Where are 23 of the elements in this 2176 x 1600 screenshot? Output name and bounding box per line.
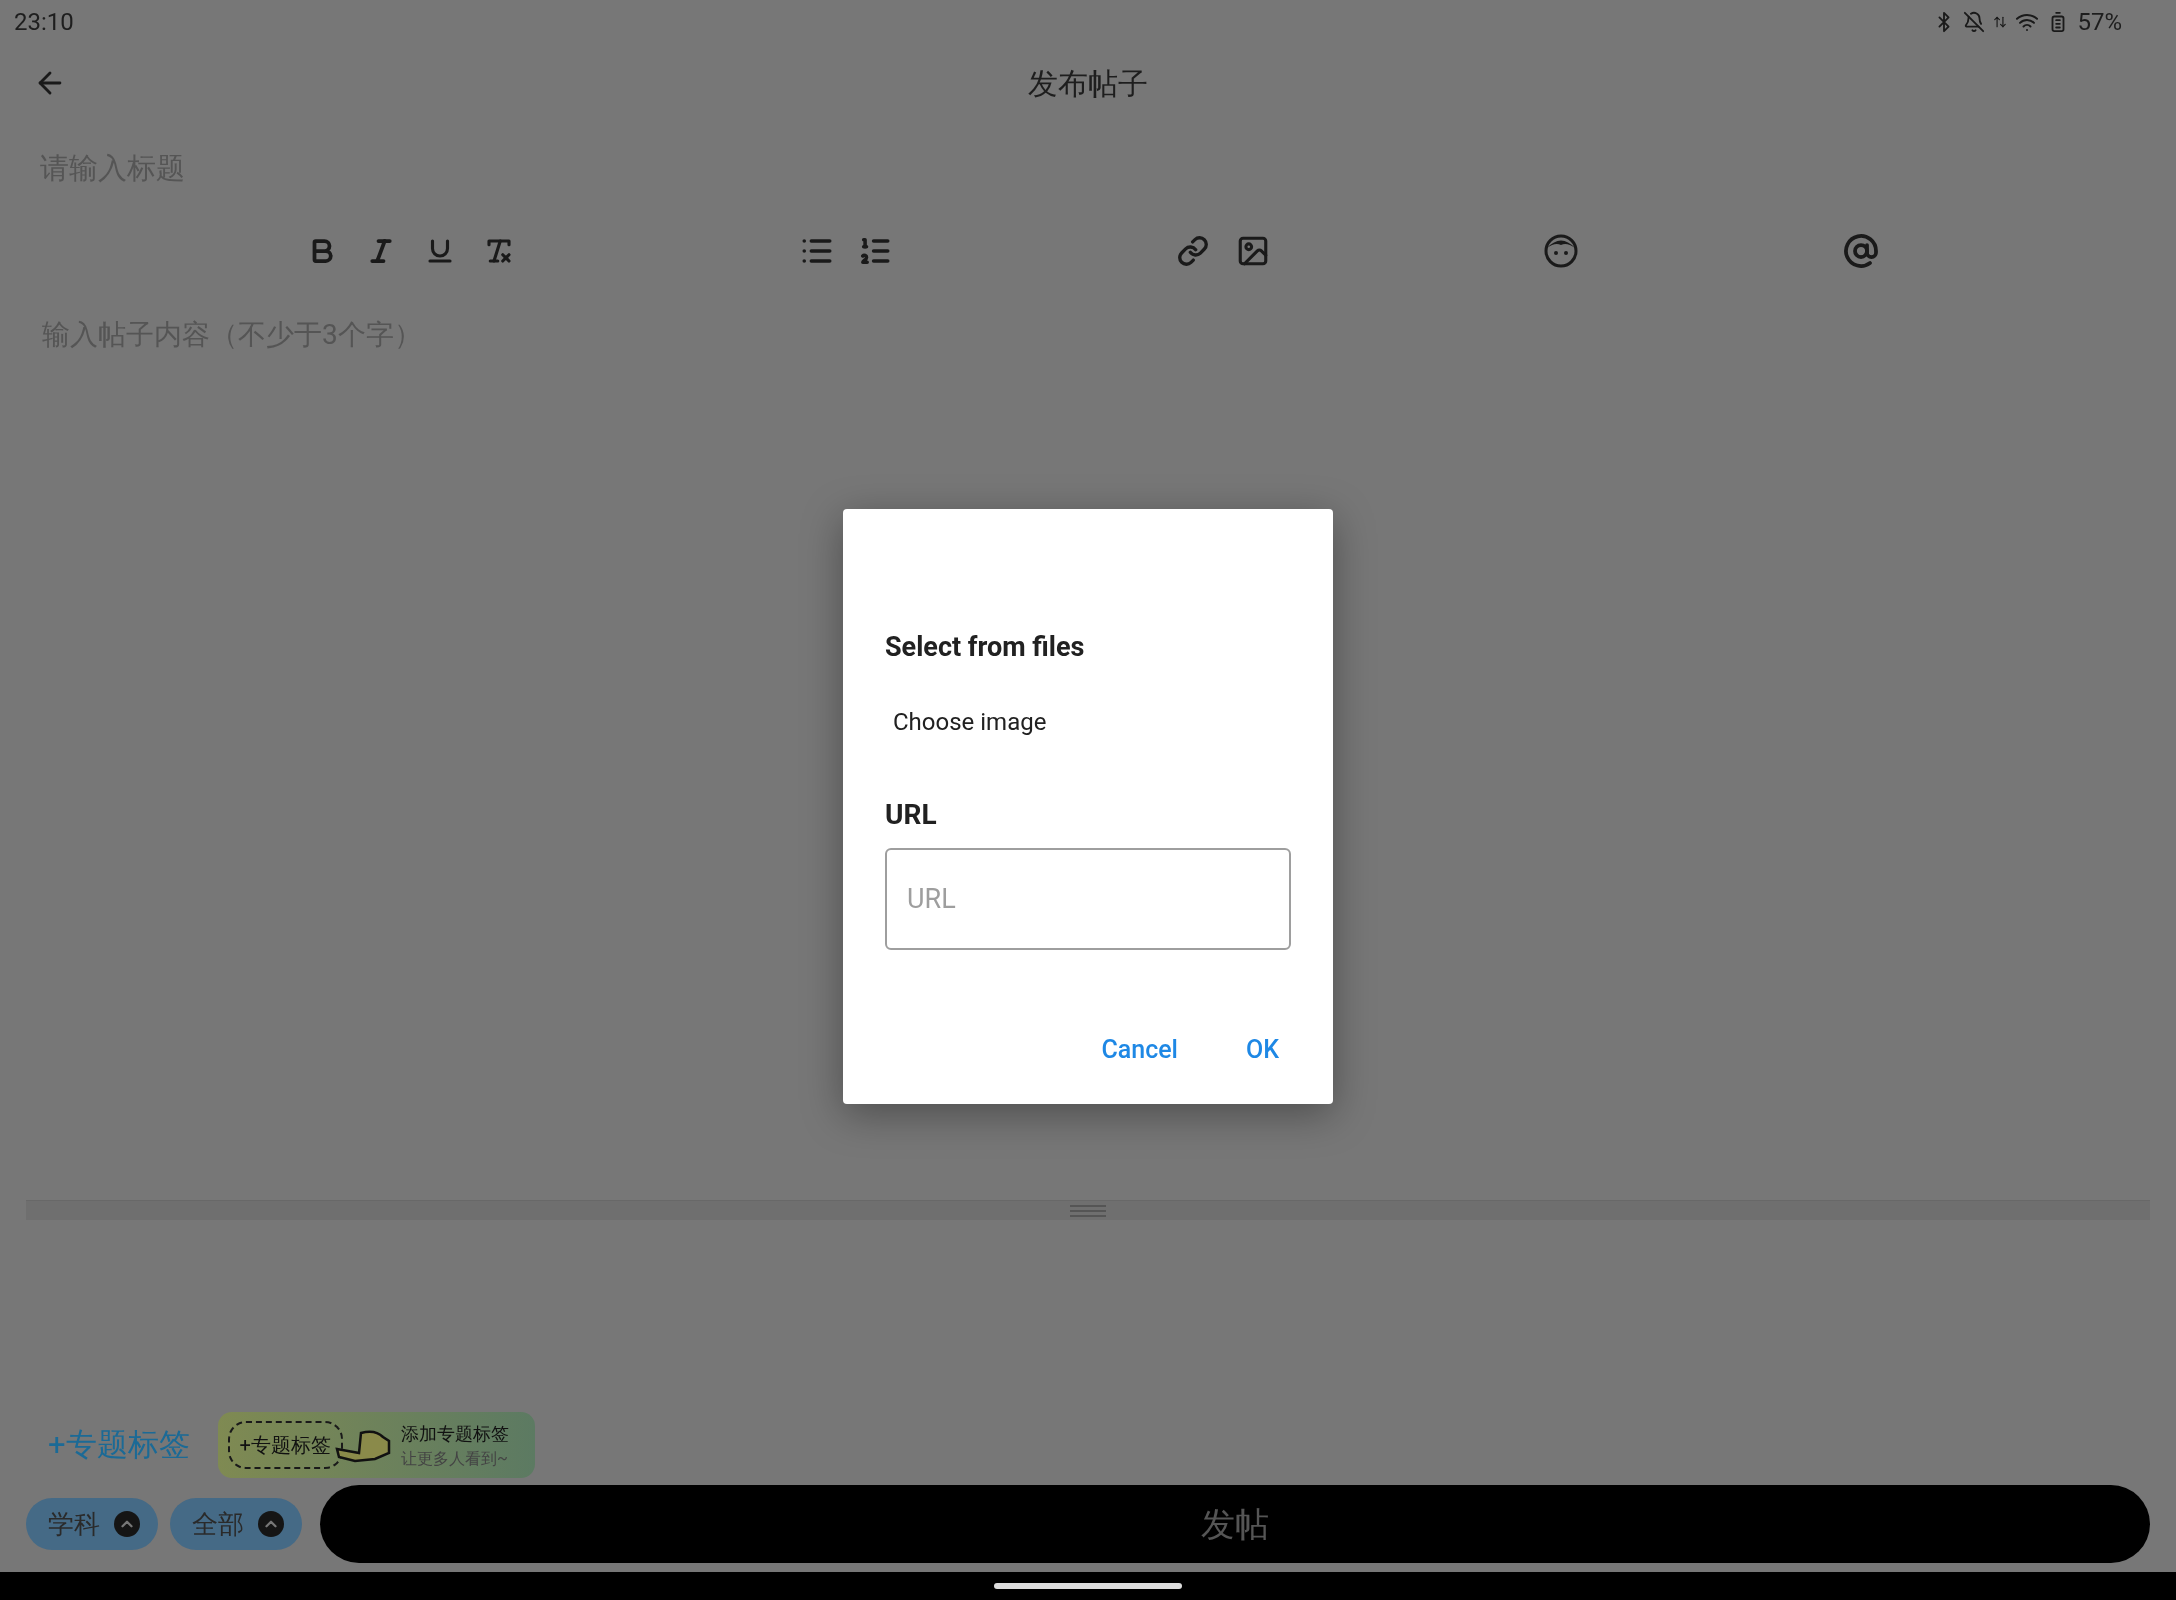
- bell-off-icon: [1963, 11, 1986, 33]
- data-arrows-icon: [1993, 15, 2008, 29]
- dialog-title: Select from files: [885, 630, 1086, 665]
- resize-handle-bar[interactable]: [26, 1200, 2150, 1220]
- filter-dropdown[interactable]: 学科: [26, 1498, 158, 1550]
- status-time: 23:10: [14, 7, 74, 38]
- pointing-hand-icon: [334, 1427, 393, 1463]
- at-sign-icon: [1843, 233, 1879, 269]
- link-icon: [1177, 235, 1209, 267]
- post-button[interactable]: 发帖: [320, 1485, 2150, 1563]
- dialog-button[interactable]: Cancel: [1093, 1030, 1186, 1068]
- url-label: URL: [885, 796, 938, 833]
- url-field[interactable]: URL: [885, 847, 1291, 950]
- dialog-button[interactable]: OK: [1237, 1030, 1287, 1068]
- face-icon: [1543, 233, 1579, 269]
- filter-dropdown[interactable]: 全部: [170, 1498, 302, 1550]
- choose-image-button[interactable]: Choose image: [893, 703, 1047, 740]
- tip-title: 添加专题标签: [400, 1421, 509, 1446]
- battery-level: 57%: [2077, 7, 2122, 38]
- image-icon: [1236, 234, 1270, 268]
- tip-subtitle: 让更多人看到~: [400, 1447, 509, 1470]
- page-title: 发布帖子: [1028, 64, 1148, 103]
- clear-format-icon: [484, 236, 514, 266]
